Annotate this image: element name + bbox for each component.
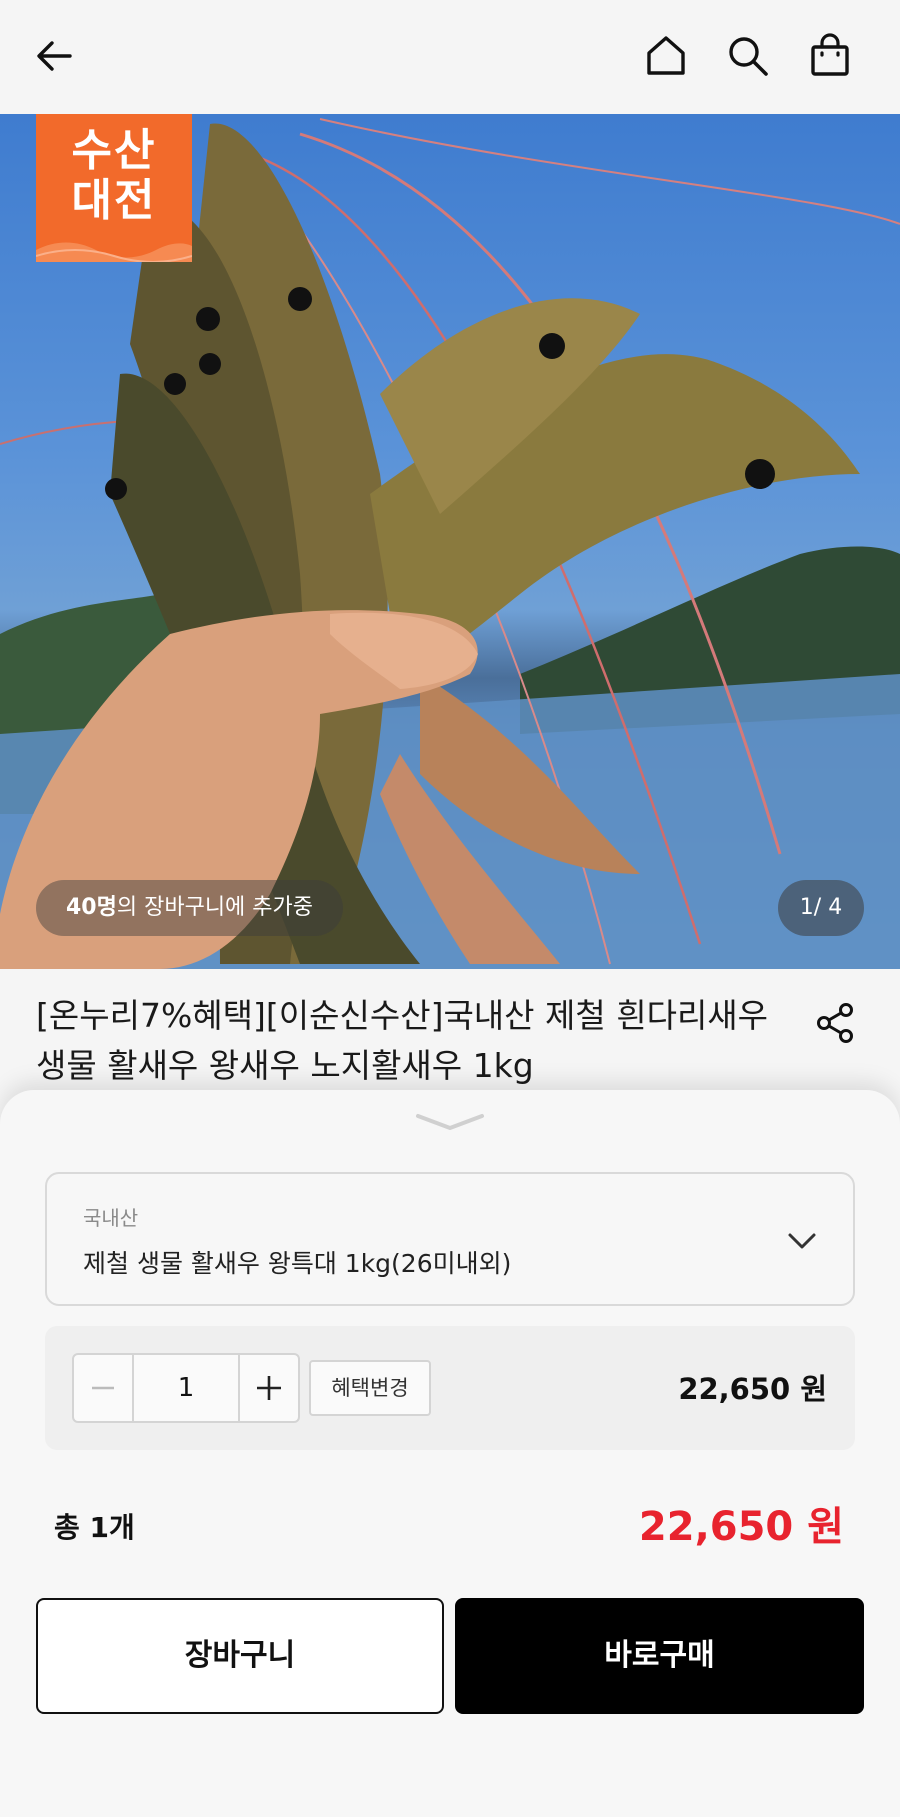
buy-now-button[interactable]: 바로구매 (455, 1598, 864, 1714)
home-icon[interactable] (640, 30, 692, 82)
product-title: [온누리7%혜택][이순신수산]국내산 제철 흰다리새우 생물 활새우 왕새우 … (36, 996, 769, 1085)
badge-line1: 수산 (71, 125, 157, 176)
seafood-festival-badge: 수산 대전 (36, 114, 192, 262)
wave-decoration (36, 242, 192, 262)
decrease-quantity-button[interactable] (74, 1355, 134, 1421)
search-icon[interactable] (722, 30, 774, 82)
option-select[interactable]: 국내산 제철 생물 활새우 왕특대 1kg(26미내외) (45, 1172, 855, 1306)
cart-count-number: 40명 (66, 895, 117, 920)
collapse-chevron-icon[interactable] (412, 1110, 488, 1134)
quantity-value[interactable]: 1 (134, 1355, 238, 1421)
total-quantity-label: 총 1개 (54, 1511, 135, 1544)
image-page-indicator: 1/ 4 (778, 880, 864, 936)
plus-icon (257, 1376, 281, 1400)
cart-count-badge: 40명의 장바구니에 추가중 (36, 880, 344, 936)
purchase-bottom-sheet: 국내산 제철 생물 활새우 왕특대 1kg(26미내외) 1 혜택변경 22,6… (0, 1090, 900, 1817)
increase-quantity-button[interactable] (238, 1355, 298, 1421)
cart-count-text: 의 장바구니에 추가중 (116, 895, 314, 920)
share-icon[interactable] (812, 999, 860, 1047)
product-image-carousel[interactable]: 수산 대전 40명의 장바구니에 추가중 1/ 4 (0, 114, 900, 969)
change-benefit-button[interactable]: 혜택변경 (309, 1360, 431, 1416)
badge-line2: 대전 (71, 175, 157, 226)
quantity-stepper: 1 (72, 1353, 300, 1423)
minus-icon (92, 1386, 114, 1390)
line-item-price: 22,650 원 (678, 1372, 827, 1406)
shopping-bag-icon[interactable] (804, 30, 856, 82)
top-app-bar (0, 0, 900, 114)
add-to-cart-button[interactable]: 장바구니 (36, 1598, 444, 1714)
option-label: 국내산 (83, 1206, 139, 1230)
arrow-left-icon[interactable] (28, 30, 80, 82)
total-price: 22,650 원 (638, 1504, 844, 1550)
quantity-row: 1 혜택변경 22,650 원 (45, 1326, 855, 1450)
product-title-section: [온누리7%혜택][이순신수산]국내산 제철 흰다리새우 생물 활새우 왕새우 … (0, 969, 900, 1089)
chevron-down-icon (785, 1224, 819, 1258)
option-value: 제철 생물 활새우 왕특대 1kg(26미내외) (83, 1249, 512, 1278)
